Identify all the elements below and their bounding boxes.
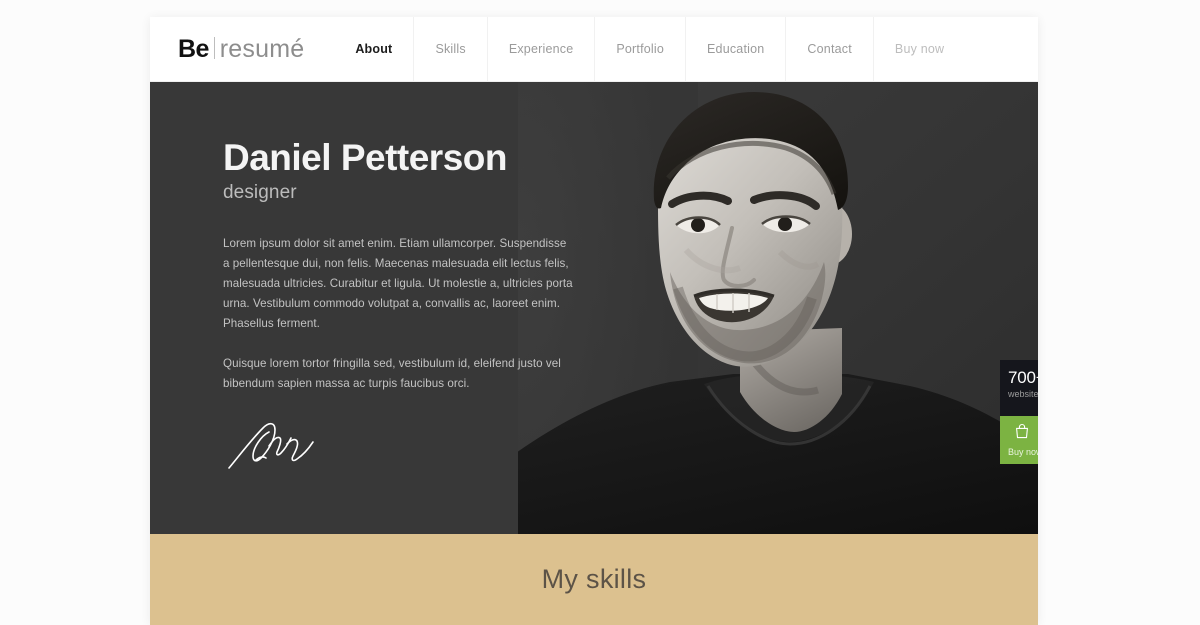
logo-divider — [213, 36, 215, 59]
nav-item-portfolio[interactable]: Portfolio — [594, 17, 685, 82]
floating-widgets: 700+ websites Buy now — [1000, 360, 1038, 464]
nav-item-contact[interactable]: Contact — [785, 17, 872, 82]
skills-section-title: My skills — [541, 564, 647, 594]
buy-now-button[interactable]: Buy now — [1000, 416, 1038, 464]
hero-paragraph-2: Quisque lorem tortor fringilla sed, vest… — [223, 356, 561, 390]
page-container: Be resumé About Skills Experience Portfo… — [150, 17, 1038, 625]
skills-section: My skills — [150, 534, 1038, 625]
site-logo[interactable]: Be resumé — [178, 35, 304, 64]
websites-label: websites — [1008, 389, 1038, 399]
logo-bold-text: Be — [178, 34, 209, 63]
websites-count: 700+ — [1008, 368, 1038, 387]
hero-portrait-photo — [518, 82, 1038, 534]
buy-now-label: Buy now — [1008, 447, 1038, 457]
hero-section: Daniel Petterson designer Lorem ipsum do… — [150, 82, 1038, 534]
logo-light-text: resumé — [219, 34, 305, 63]
nav-item-buy-now[interactable]: Buy now — [872, 17, 965, 82]
screenshot-viewport: Be resumé About Skills Experience Portfo… — [0, 0, 1200, 625]
hero-name: Daniel Petterson — [223, 137, 507, 178]
websites-count-badge: 700+ websites — [1000, 360, 1038, 416]
nav-item-skills[interactable]: Skills — [413, 17, 486, 82]
nav-item-experience[interactable]: Experience — [486, 17, 595, 82]
signature-image — [225, 420, 550, 472]
hero-text-block: Daniel Petterson designer Lorem ipsum do… — [150, 82, 573, 472]
site-header: Be resumé About Skills Experience Portfo… — [150, 17, 1038, 82]
nav-item-education[interactable]: Education — [685, 17, 785, 82]
hero-role: designer — [223, 181, 297, 203]
nav-item-about[interactable]: About — [334, 17, 413, 82]
main-navigation: About Skills Experience Portfolio Educat… — [334, 17, 965, 82]
hero-paragraph-1: Lorem ipsum dolor sit amet enim. Etiam u… — [223, 236, 573, 330]
shopping-bag-icon — [1014, 423, 1030, 444]
